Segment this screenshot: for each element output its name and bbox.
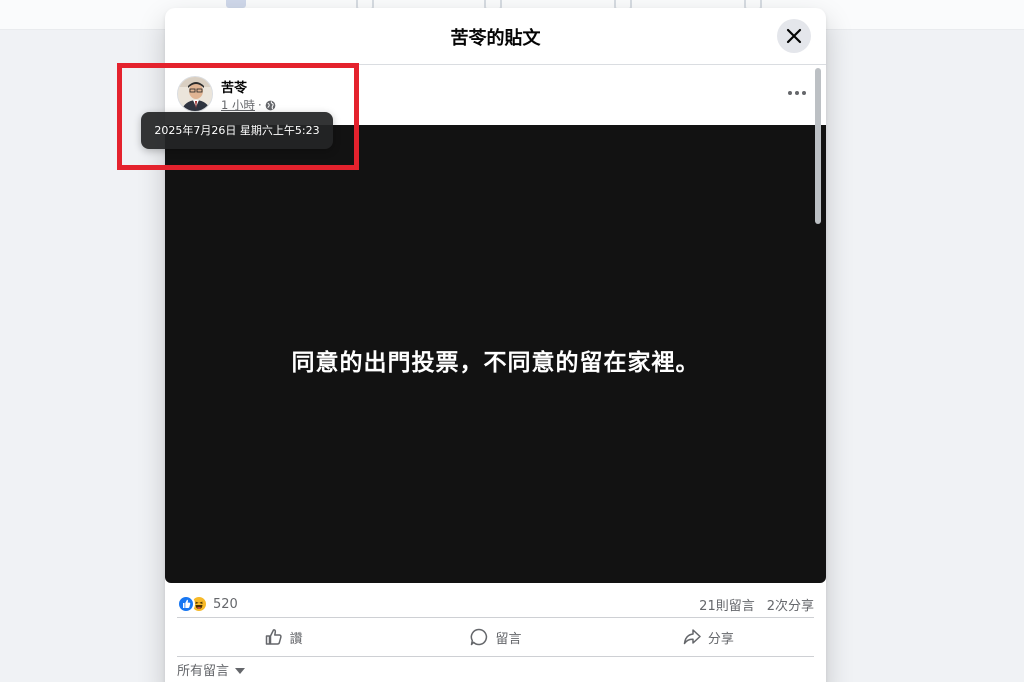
reaction-summary[interactable]: 520 bbox=[177, 595, 238, 613]
like-label: 讚 bbox=[289, 631, 303, 647]
more-dot-icon bbox=[788, 91, 792, 95]
comments-filter-label: 所有留言 bbox=[177, 664, 230, 679]
caret-down-icon bbox=[235, 667, 246, 674]
comment-count[interactable]: 21則留言 bbox=[699, 595, 755, 614]
more-dot-icon bbox=[795, 91, 799, 95]
comments-filter-dropdown[interactable]: 所有留言 bbox=[177, 660, 246, 679]
share-label: 分享 bbox=[707, 631, 734, 647]
dialog-title: 苦苓的貼文 bbox=[450, 28, 541, 49]
share-count[interactable]: 2次分享 bbox=[767, 595, 814, 614]
like-reaction-icon bbox=[177, 595, 195, 613]
timestamp-tooltip: 2025年7月26日 星期六上午5:23 bbox=[141, 112, 333, 149]
share-button[interactable]: 分享 bbox=[602, 618, 814, 656]
action-bar: 讚 留言 分享 bbox=[177, 617, 814, 657]
engagement-counts: 21則留言 2次分享 bbox=[699, 595, 814, 614]
close-button[interactable] bbox=[777, 19, 811, 53]
reaction-count: 520 bbox=[213, 596, 238, 612]
more-options-button[interactable] bbox=[785, 85, 809, 101]
post-image[interactable]: 同意的出門投票，不同意的留在家裡。 bbox=[165, 125, 826, 583]
share-arrow-icon bbox=[683, 629, 701, 645]
comment-bubble-icon bbox=[471, 628, 488, 646]
scrollbar-thumb[interactable] bbox=[815, 68, 821, 224]
thumbs-up-icon bbox=[265, 629, 282, 645]
comment-label: 留言 bbox=[495, 631, 522, 647]
comment-button[interactable]: 留言 bbox=[389, 618, 601, 656]
close-icon bbox=[786, 28, 802, 44]
like-button[interactable]: 讚 bbox=[177, 618, 389, 656]
dialog-header: 苦苓的貼文 bbox=[165, 8, 826, 65]
reactions-bar: 520 21則留言 2次分享 bbox=[177, 590, 814, 618]
nav-home-icon[interactable] bbox=[226, 0, 246, 8]
more-dot-icon bbox=[802, 91, 806, 95]
post-image-text: 同意的出門投票，不同意的留在家裡。 bbox=[291, 350, 700, 376]
